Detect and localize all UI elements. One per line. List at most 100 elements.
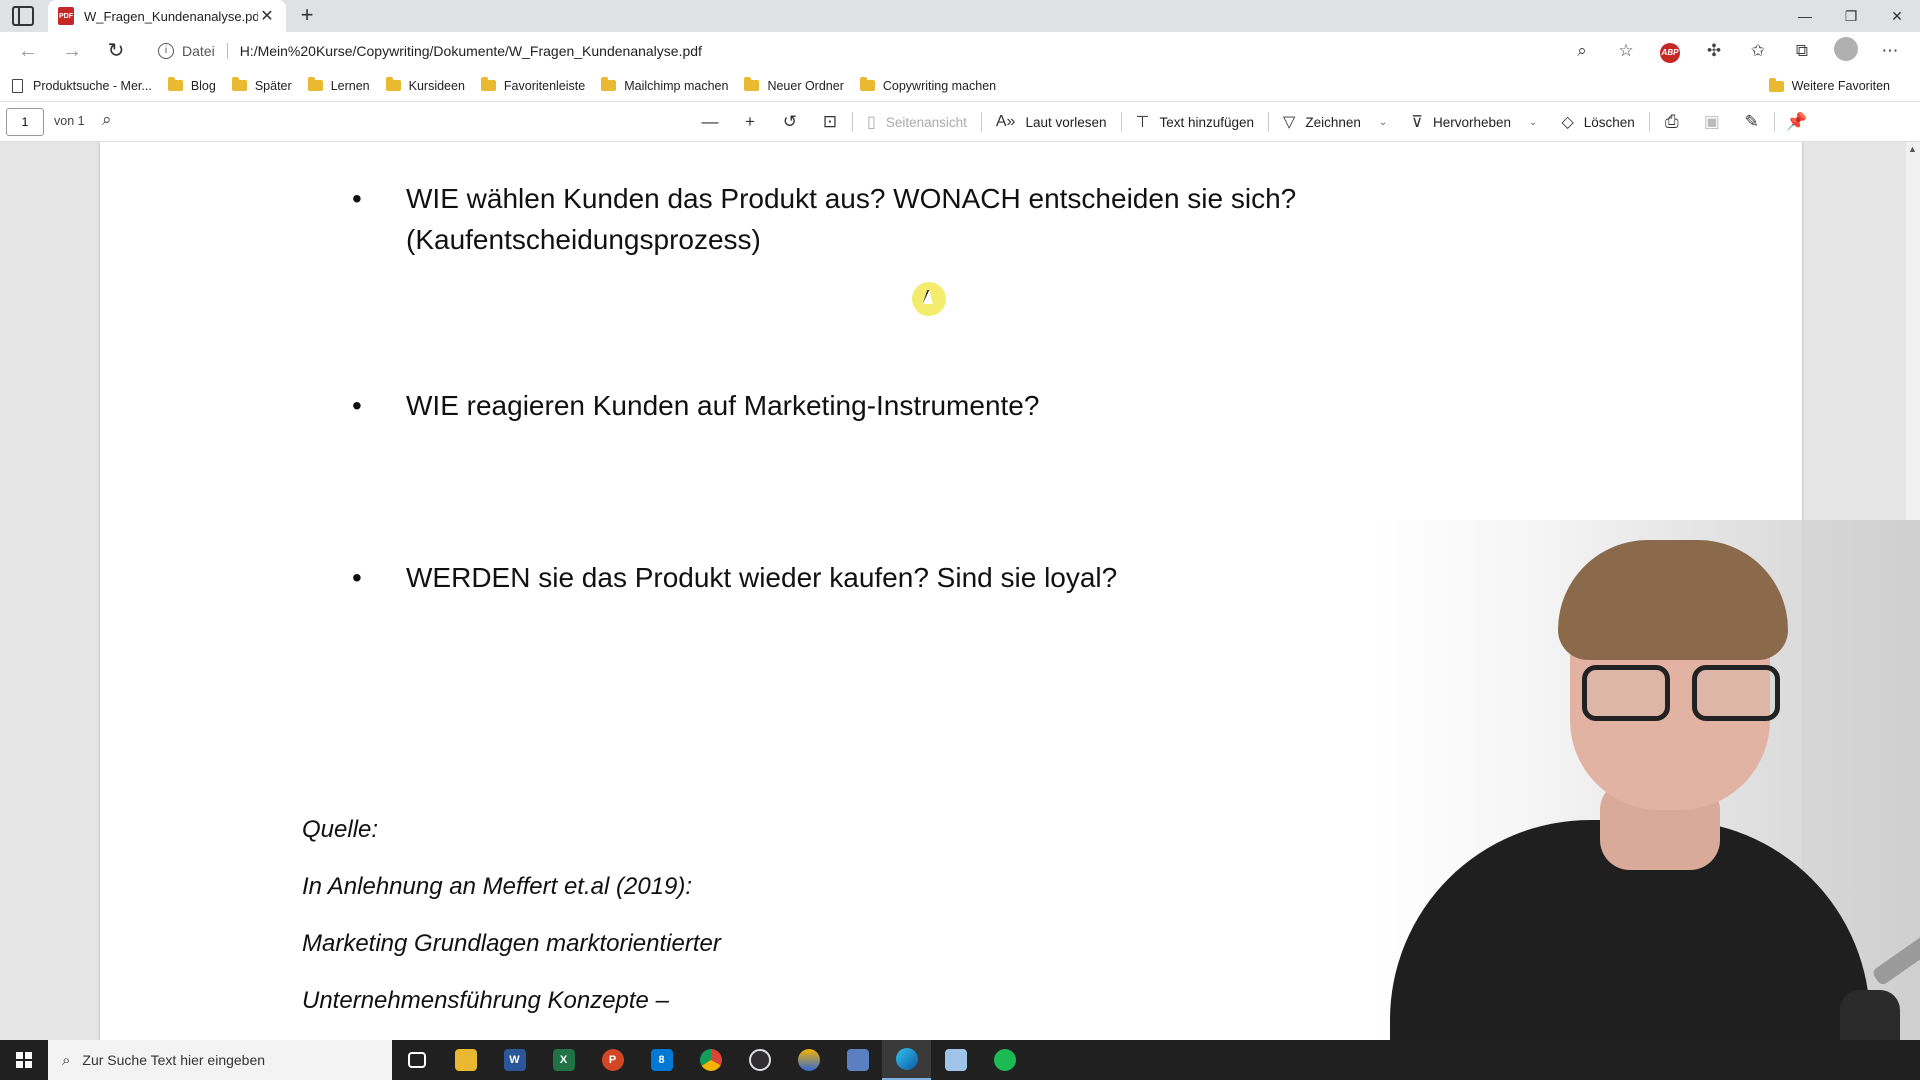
source-line: Marketing Grundlagen marktorientierter xyxy=(302,930,721,957)
highlighter-icon: ⊽ xyxy=(1411,114,1423,131)
forward-icon[interactable]: → xyxy=(58,38,86,64)
page-number-input[interactable] xyxy=(6,108,44,136)
back-icon[interactable]: ← xyxy=(14,38,42,64)
task-view-icon[interactable] xyxy=(392,1040,441,1080)
save-as-icon[interactable]: ✎ xyxy=(1732,112,1772,132)
read-aloud-button[interactable]: A» Laut vorlesen xyxy=(984,113,1119,131)
rotate-icon[interactable]: ↺ xyxy=(770,112,810,132)
zoom-icon[interactable]: ⌕ xyxy=(1560,41,1604,61)
page-view-button[interactable]: ▯ Seitenansicht xyxy=(855,112,979,132)
pin-toolbar-icon[interactable]: 📌 xyxy=(1777,112,1817,132)
bookmarks-bar: Produktsuche - Mer... Blog Später Lernen… xyxy=(0,70,1920,102)
excel-icon[interactable]: X xyxy=(539,1040,588,1080)
text-box-icon: ⊤ xyxy=(1135,114,1150,131)
mail-icon[interactable]: 8 xyxy=(637,1040,686,1080)
save-icon[interactable]: ▣ xyxy=(1692,112,1732,132)
eraser-icon: ◇ xyxy=(1561,114,1574,131)
read-aloud-icon: A» xyxy=(995,113,1016,130)
close-tab-icon[interactable]: ✕ xyxy=(258,6,276,26)
taskbar-search[interactable]: ⌕ Zur Suche Text hier eingeben xyxy=(48,1040,392,1080)
source-label: Quelle: xyxy=(302,816,379,843)
new-tab-button[interactable]: + xyxy=(294,3,320,29)
profile-icon[interactable] xyxy=(1824,36,1868,66)
divider xyxy=(1773,112,1775,132)
search-icon[interactable]: ⌕ xyxy=(102,110,112,130)
pdf-toolbar: von 1 ⌕ — + ↺ ⊡ ▯Seitenansicht A»Laut vo… xyxy=(0,102,1920,142)
other-favorites[interactable]: Weitere Favoriten xyxy=(1768,70,1890,102)
divider xyxy=(1648,112,1650,132)
divider xyxy=(852,112,853,132)
image-editor-icon[interactable] xyxy=(833,1040,882,1080)
more-icon[interactable]: ⋯ xyxy=(1868,41,1912,61)
divider xyxy=(980,112,982,132)
tab-title: W_Fragen_Kundenanalyse.pdf xyxy=(84,8,258,24)
bullet-item: • WIE reagieren Kunden auf Marketing-Ins… xyxy=(352,390,1040,421)
file-explorer-icon[interactable] xyxy=(441,1040,490,1080)
start-button[interactable] xyxy=(0,1040,48,1080)
page-icon xyxy=(12,78,23,93)
refresh-icon[interactable]: ↻ xyxy=(102,38,130,64)
restore-icon[interactable]: ❐ xyxy=(1828,0,1874,32)
folder-icon xyxy=(1768,77,1784,92)
bookmark-item[interactable]: Blog xyxy=(167,77,216,93)
glasses xyxy=(1582,665,1782,721)
bullet-item: • WIE wählen Kunden das Produkt aus? WON… xyxy=(352,183,1297,255)
notepad-icon[interactable] xyxy=(931,1040,980,1080)
url-scheme: Datei xyxy=(182,43,228,59)
powerpoint-icon[interactable]: P xyxy=(588,1040,637,1080)
chevron-down-icon[interactable]: ⌄ xyxy=(1379,117,1387,128)
bookmark-item[interactable]: Favoritenleiste xyxy=(480,77,585,93)
chrome-icon[interactable] xyxy=(686,1040,735,1080)
fit-page-icon[interactable]: ⊡ xyxy=(810,112,850,132)
page-view-icon: ▯ xyxy=(867,114,876,131)
spotify-icon[interactable] xyxy=(980,1040,1029,1080)
adblock-icon[interactable]: ABP xyxy=(1648,40,1692,63)
source-line: Unternehmensführung Konzepte – xyxy=(302,987,669,1014)
draw-button[interactable]: ▽ Zeichnen ⌄ xyxy=(1271,112,1399,132)
folder-icon xyxy=(859,77,875,91)
taskbar-apps: W X P 8 xyxy=(392,1040,1029,1080)
word-icon[interactable]: W xyxy=(490,1040,539,1080)
url-text[interactable]: H:/Mein%20Kurse/Copywriting/Dokumente/W_… xyxy=(228,43,702,59)
highlight-button[interactable]: ⊽ Hervorheben ⌄ xyxy=(1399,112,1549,132)
obs-icon[interactable] xyxy=(735,1040,784,1080)
browser-actions: ⌕ ☆ ABP ✣ ✩ ⧉ ⋯ xyxy=(1560,32,1912,70)
folder-icon xyxy=(601,77,617,91)
edge-icon[interactable] xyxy=(882,1040,931,1080)
window-controls: — ❐ ✕ xyxy=(1782,0,1920,32)
favorite-star-icon[interactable]: ☆ xyxy=(1604,41,1648,61)
bullet-item: • WERDEN sie das Produkt wieder kaufen? … xyxy=(352,562,1118,593)
tab-actions-icon[interactable] xyxy=(12,6,34,26)
bookmark-item[interactable]: Mailchimp machen xyxy=(601,77,728,93)
address-bar[interactable]: i Datei H:/Mein%20Kurse/Copywriting/Doku… xyxy=(146,37,1626,65)
folder-icon xyxy=(744,77,760,91)
bookmark-item[interactable]: Kursideen xyxy=(385,77,465,93)
windows-icon xyxy=(16,1052,32,1068)
bookmark-item[interactable]: Lernen xyxy=(307,77,370,93)
collections-icon[interactable]: ⧉ xyxy=(1780,41,1824,61)
search-icon: ⌕ xyxy=(62,1051,71,1069)
scroll-up-icon[interactable]: ▲ xyxy=(1908,144,1917,154)
close-window-icon[interactable]: ✕ xyxy=(1874,0,1920,32)
zoom-in-icon[interactable]: + xyxy=(730,112,770,132)
zoom-out-icon[interactable]: — xyxy=(690,112,730,132)
bookmark-item[interactable]: Produktsuche - Mer... xyxy=(12,78,152,93)
minimize-icon[interactable]: — xyxy=(1782,0,1828,32)
app-icon[interactable] xyxy=(784,1040,833,1080)
bookmark-item[interactable]: Copywriting machen xyxy=(859,77,996,93)
bookmark-item[interactable]: Später xyxy=(231,77,292,93)
favorites-icon[interactable]: ✩ xyxy=(1736,41,1780,61)
print-icon[interactable]: ⎙ xyxy=(1652,112,1692,132)
folder-icon xyxy=(307,77,323,91)
extensions-icon[interactable]: ✣ xyxy=(1692,41,1736,61)
folder-icon xyxy=(385,77,401,91)
taskbar: ⌕ Zur Suche Text hier eingeben W X P 8 xyxy=(0,1040,1920,1080)
chevron-down-icon[interactable]: ⌄ xyxy=(1529,117,1537,128)
pen-icon: ▽ xyxy=(1283,114,1296,131)
bookmark-item[interactable]: Neuer Ordner xyxy=(744,77,844,93)
tab-pdf[interactable]: PDF W_Fragen_Kundenanalyse.pdf ✕ xyxy=(48,0,286,32)
erase-button[interactable]: ◇ Löschen xyxy=(1549,112,1646,132)
info-icon[interactable]: i xyxy=(158,43,174,59)
tab-strip: PDF W_Fragen_Kundenanalyse.pdf ✕ + — ❐ ✕ xyxy=(0,0,1920,32)
add-text-button[interactable]: ⊤ Text hinzufügen xyxy=(1124,112,1267,132)
